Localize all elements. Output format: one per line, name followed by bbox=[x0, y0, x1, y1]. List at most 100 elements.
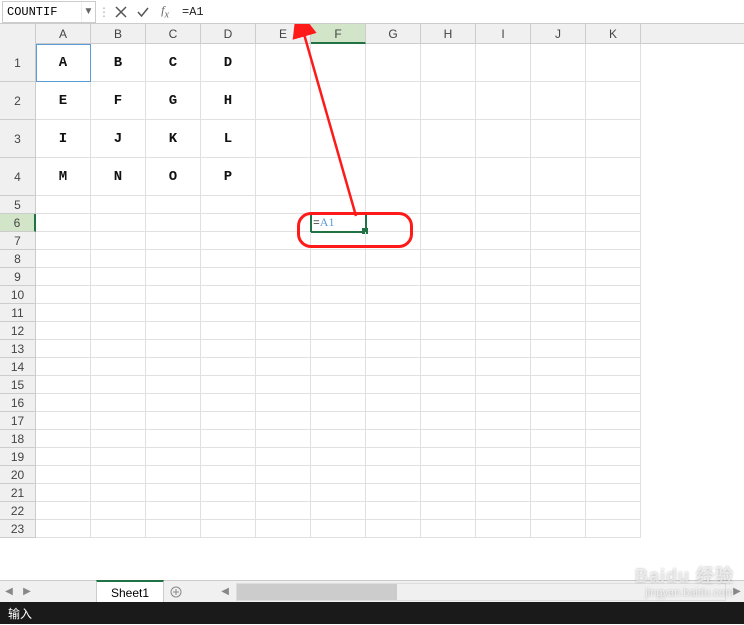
cell-H21[interactable] bbox=[421, 484, 476, 502]
cell-G10[interactable] bbox=[366, 286, 421, 304]
cell-I18[interactable] bbox=[476, 430, 531, 448]
cell-J16[interactable] bbox=[531, 394, 586, 412]
name-box-dropdown-icon[interactable]: ▼ bbox=[81, 2, 95, 22]
cell-J11[interactable] bbox=[531, 304, 586, 322]
cell-C9[interactable] bbox=[146, 268, 201, 286]
cell-I17[interactable] bbox=[476, 412, 531, 430]
cell-C12[interactable] bbox=[146, 322, 201, 340]
cell-J14[interactable] bbox=[531, 358, 586, 376]
cell-J18[interactable] bbox=[531, 430, 586, 448]
cell-F7[interactable] bbox=[311, 232, 366, 250]
cell-H18[interactable] bbox=[421, 430, 476, 448]
cell-K6[interactable] bbox=[586, 214, 641, 232]
cell-E14[interactable] bbox=[256, 358, 311, 376]
row-header[interactable]: 21 bbox=[0, 484, 36, 502]
cell-A8[interactable] bbox=[36, 250, 91, 268]
cell-H5[interactable] bbox=[421, 196, 476, 214]
cell-F9[interactable] bbox=[311, 268, 366, 286]
cell-D2[interactable]: H bbox=[201, 82, 256, 120]
tab-scroll-left-icon[interactable]: ◀ bbox=[5, 586, 13, 597]
cell-H14[interactable] bbox=[421, 358, 476, 376]
cell-H19[interactable] bbox=[421, 448, 476, 466]
col-header-B[interactable]: B bbox=[91, 24, 146, 44]
cell-G11[interactable] bbox=[366, 304, 421, 322]
cell-C14[interactable] bbox=[146, 358, 201, 376]
cell-F22[interactable] bbox=[311, 502, 366, 520]
cell-D3[interactable]: L bbox=[201, 120, 256, 158]
cell-C20[interactable] bbox=[146, 466, 201, 484]
col-header-I[interactable]: I bbox=[476, 24, 531, 44]
cell-F5[interactable] bbox=[311, 196, 366, 214]
cell-E9[interactable] bbox=[256, 268, 311, 286]
cell-B19[interactable] bbox=[91, 448, 146, 466]
cell-F14[interactable] bbox=[311, 358, 366, 376]
cell-D9[interactable] bbox=[201, 268, 256, 286]
row-header[interactable]: 23 bbox=[0, 520, 36, 538]
cell-J23[interactable] bbox=[531, 520, 586, 538]
cell-H13[interactable] bbox=[421, 340, 476, 358]
cell-H1[interactable] bbox=[421, 44, 476, 82]
cell-F12[interactable] bbox=[311, 322, 366, 340]
cell-K17[interactable] bbox=[586, 412, 641, 430]
cell-D14[interactable] bbox=[201, 358, 256, 376]
cell-C5[interactable] bbox=[146, 196, 201, 214]
cell-H23[interactable] bbox=[421, 520, 476, 538]
cell-I6[interactable] bbox=[476, 214, 531, 232]
cell-D11[interactable] bbox=[201, 304, 256, 322]
cell-I19[interactable] bbox=[476, 448, 531, 466]
cell-J1[interactable] bbox=[531, 44, 586, 82]
cell-K12[interactable] bbox=[586, 322, 641, 340]
cell-H3[interactable] bbox=[421, 120, 476, 158]
cell-B12[interactable] bbox=[91, 322, 146, 340]
cell-K16[interactable] bbox=[586, 394, 641, 412]
cell-J17[interactable] bbox=[531, 412, 586, 430]
row-header[interactable]: 15 bbox=[0, 376, 36, 394]
cell-G16[interactable] bbox=[366, 394, 421, 412]
cell-A12[interactable] bbox=[36, 322, 91, 340]
cell-A10[interactable] bbox=[36, 286, 91, 304]
cell-K9[interactable] bbox=[586, 268, 641, 286]
cell-J3[interactable] bbox=[531, 120, 586, 158]
cell-J9[interactable] bbox=[531, 268, 586, 286]
cell-A5[interactable] bbox=[36, 196, 91, 214]
cell-D19[interactable] bbox=[201, 448, 256, 466]
cell-B22[interactable] bbox=[91, 502, 146, 520]
cell-C2[interactable]: G bbox=[146, 82, 201, 120]
cell-H22[interactable] bbox=[421, 502, 476, 520]
cell-B17[interactable] bbox=[91, 412, 146, 430]
cell-H16[interactable] bbox=[421, 394, 476, 412]
row-header[interactable]: 2 bbox=[0, 82, 36, 120]
cell-E2[interactable] bbox=[256, 82, 311, 120]
cell-D20[interactable] bbox=[201, 466, 256, 484]
cell-G8[interactable] bbox=[366, 250, 421, 268]
cell-I13[interactable] bbox=[476, 340, 531, 358]
cell-E12[interactable] bbox=[256, 322, 311, 340]
cell-H4[interactable] bbox=[421, 158, 476, 196]
cell-A14[interactable] bbox=[36, 358, 91, 376]
add-sheet-button[interactable] bbox=[164, 586, 188, 598]
cell-G18[interactable] bbox=[366, 430, 421, 448]
row-header[interactable]: 20 bbox=[0, 466, 36, 484]
cell-K13[interactable] bbox=[586, 340, 641, 358]
col-header-K[interactable]: K bbox=[586, 24, 641, 44]
cell-A15[interactable] bbox=[36, 376, 91, 394]
cell-I5[interactable] bbox=[476, 196, 531, 214]
select-all-cell[interactable] bbox=[0, 24, 36, 44]
cell-A13[interactable] bbox=[36, 340, 91, 358]
cell-B5[interactable] bbox=[91, 196, 146, 214]
name-box[interactable]: ▼ bbox=[2, 1, 96, 23]
cancel-button[interactable] bbox=[110, 1, 132, 23]
cell-I20[interactable] bbox=[476, 466, 531, 484]
cell-K10[interactable] bbox=[586, 286, 641, 304]
cell-K3[interactable] bbox=[586, 120, 641, 158]
cell-G20[interactable] bbox=[366, 466, 421, 484]
cell-H7[interactable] bbox=[421, 232, 476, 250]
cell-B14[interactable] bbox=[91, 358, 146, 376]
cell-K20[interactable] bbox=[586, 466, 641, 484]
cell-A9[interactable] bbox=[36, 268, 91, 286]
tab-scroll-right-icon[interactable]: ▶ bbox=[23, 586, 31, 597]
cell-I11[interactable] bbox=[476, 304, 531, 322]
cell-B20[interactable] bbox=[91, 466, 146, 484]
cell-B3[interactable]: J bbox=[91, 120, 146, 158]
cell-D8[interactable] bbox=[201, 250, 256, 268]
